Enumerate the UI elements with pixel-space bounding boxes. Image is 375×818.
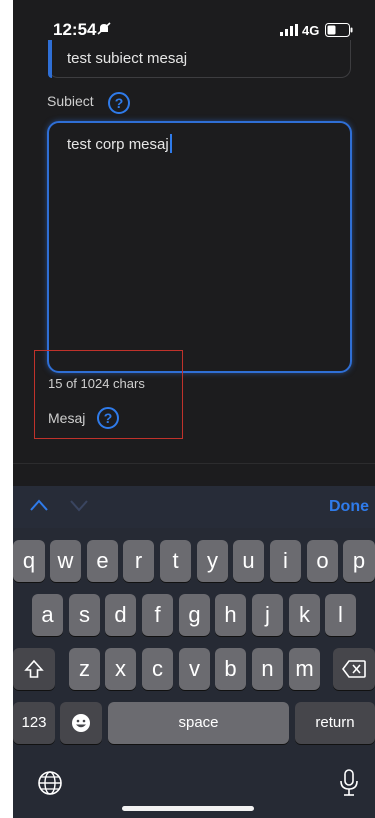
chevron-up-icon[interactable] [29, 498, 49, 512]
key-n[interactable]: n [252, 648, 283, 690]
chevron-down-icon[interactable] [69, 498, 89, 512]
subject-help-icon[interactable]: ? [108, 92, 130, 114]
key-j[interactable]: j [252, 594, 283, 636]
shift-icon [24, 659, 44, 678]
key-h[interactable]: h [215, 594, 246, 636]
key-s[interactable]: s [69, 594, 100, 636]
key-l[interactable]: l [325, 594, 356, 636]
key-r[interactable]: r [123, 540, 154, 582]
key-c[interactable]: c [142, 648, 173, 690]
status-time: 12:54 [53, 20, 97, 39]
battery-icon [325, 23, 353, 37]
key-m[interactable]: m [289, 648, 320, 690]
status-bar: 12:54 4G [13, 18, 375, 42]
key-z[interactable]: z [69, 648, 100, 690]
subject-field-accent [48, 40, 52, 78]
key-x[interactable]: x [105, 648, 136, 690]
key-o[interactable]: o [307, 540, 338, 582]
keyboard: Done q w e r t y u i o p a s d f g h j k… [13, 486, 375, 818]
key-a[interactable]: a [32, 594, 63, 636]
network-label: 4G [302, 23, 320, 38]
key-i[interactable]: i [270, 540, 301, 582]
key-u[interactable]: u [233, 540, 264, 582]
separator [13, 463, 375, 464]
signal-icon [280, 24, 298, 36]
key-b[interactable]: b [215, 648, 246, 690]
silent-bell-icon [97, 22, 111, 35]
key-k[interactable]: k [289, 594, 320, 636]
phone-screen: 12:54 4G test subiect mesaj Subiect ? te… [13, 0, 375, 818]
key-e[interactable]: e [87, 540, 118, 582]
shift-key[interactable] [13, 648, 55, 690]
key-y[interactable]: y [197, 540, 228, 582]
key-f[interactable]: f [142, 594, 173, 636]
emoji-key[interactable] [60, 702, 102, 744]
backspace-key[interactable] [333, 648, 375, 690]
key-p[interactable]: p [343, 540, 375, 582]
space-key[interactable]: space [108, 702, 289, 744]
backspace-icon [342, 660, 366, 678]
subject-input-value[interactable]: test subiect mesaj [67, 50, 187, 67]
text-cursor [170, 134, 172, 153]
body-textarea-value[interactable]: test corp mesaj [67, 136, 169, 153]
body-textarea[interactable] [47, 121, 352, 373]
key-v[interactable]: v [179, 648, 210, 690]
key-q[interactable]: q [13, 540, 45, 582]
key-d[interactable]: d [105, 594, 136, 636]
keyboard-accessory-bar: Done [13, 486, 375, 528]
return-key[interactable]: return [295, 702, 375, 744]
globe-icon[interactable] [37, 770, 63, 796]
emoji-icon [72, 714, 90, 732]
body-help-icon[interactable]: ? [97, 407, 119, 429]
char-counter: 15 of 1024 chars [48, 376, 145, 391]
home-indicator[interactable] [122, 806, 254, 811]
done-button[interactable]: Done [329, 498, 369, 516]
subject-label: Subiect [47, 93, 94, 109]
microphone-icon[interactable] [338, 768, 360, 798]
key-g[interactable]: g [179, 594, 210, 636]
key-t[interactable]: t [160, 540, 191, 582]
key-w[interactable]: w [50, 540, 81, 582]
body-label: Mesaj [48, 410, 86, 426]
numbers-key[interactable]: 123 [13, 702, 55, 744]
